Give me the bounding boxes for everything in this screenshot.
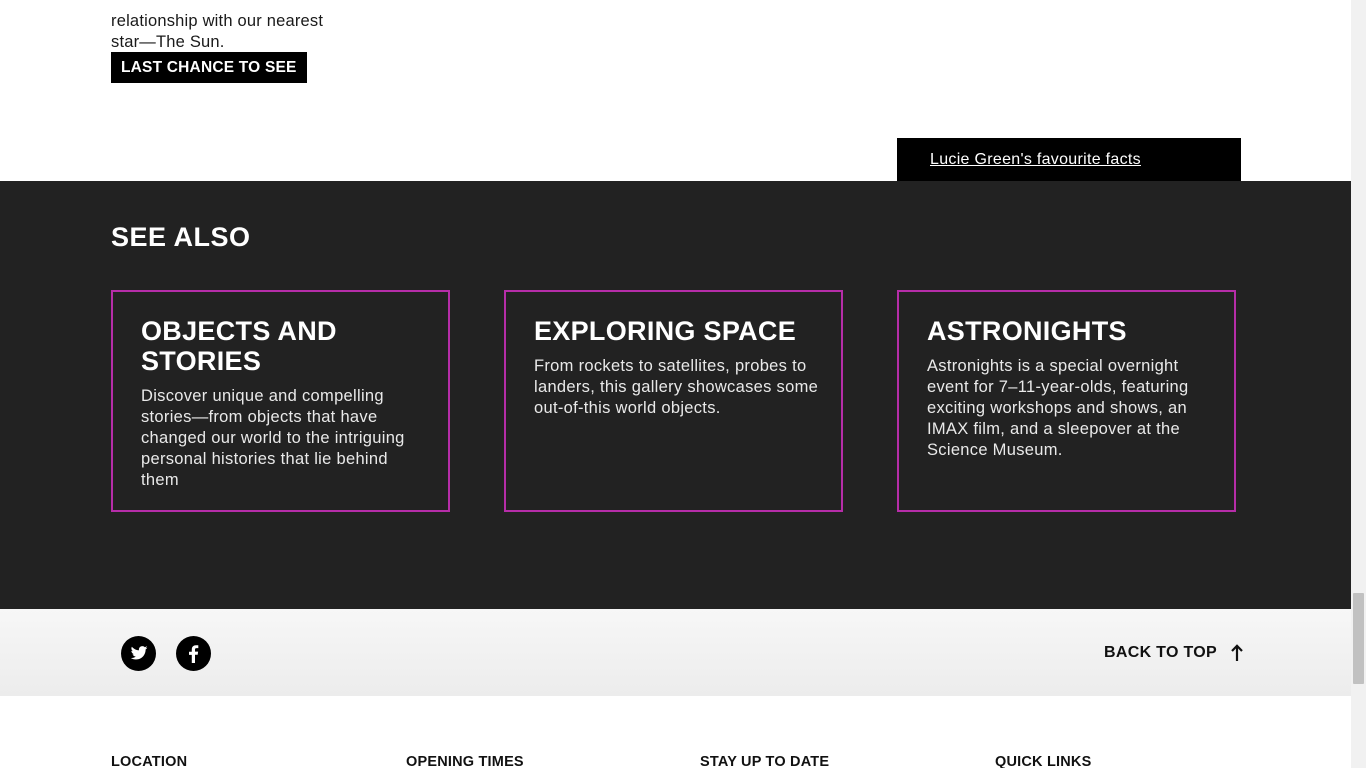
social-band: BACK TO TOP [0,609,1351,696]
footer-heading-stay-up-to-date: STAY UP TO DATE [700,754,830,768]
intro-line-2: star—The Sun. [111,32,225,51]
vertical-scrollbar[interactable] [1351,0,1366,768]
card-description: Astronights is a special overnight event… [927,357,1189,459]
card-objects-and-stories[interactable]: OBJECTS AND STORIES Discover unique and … [111,290,450,512]
page: relationship with our nearest star—The S… [0,0,1351,768]
facebook-button[interactable] [176,636,211,671]
card-exploring-space[interactable]: EXPLORING SPACE From rockets to satellit… [504,290,843,512]
footer-heading-location: LOCATION [111,754,188,768]
last-chance-button[interactable]: LAST CHANCE TO SEE [111,52,307,83]
twitter-icon [130,646,148,660]
back-to-top-link[interactable]: BACK TO TOP [1104,642,1244,664]
twitter-button[interactable] [121,636,156,671]
facebook-icon [189,645,199,663]
card-title: OBJECTS AND STORIES [141,316,337,376]
intro-line-1: relationship with our nearest [111,11,324,30]
card-title: EXPLORING SPACE [534,316,797,346]
intro-text: relationship with our nearest star—The S… [111,11,371,53]
card-astronights[interactable]: ASTRONIGHTS Astronights is a special ove… [897,290,1236,512]
scrollbar-thumb[interactable] [1353,593,1364,684]
see-also-section: SEE ALSO OBJECTS AND STORIES Discover un… [0,181,1351,609]
card-description: Discover unique and compelling stories—f… [141,387,405,489]
footer-heading-quick-links: QUICK LINKS [995,754,1092,768]
site-footer: LOCATION OPENING TIMES STAY UP TO DATE Q… [0,696,1351,768]
exhibition-summary: relationship with our nearest star—The S… [0,0,1351,181]
footer-heading-opening-times: OPENING TIMES [406,754,524,768]
facts-box: Lucie Green's favourite facts [897,138,1241,181]
card-description: From rockets to satellites, probes to la… [534,357,819,417]
see-also-title: SEE ALSO [111,222,251,252]
favourite-facts-link[interactable]: Lucie Green's favourite facts [930,151,1141,169]
card-title: ASTRONIGHTS [927,316,1127,346]
back-to-top-label: BACK TO TOP [1104,644,1217,661]
arrow-up-icon [1231,644,1243,661]
